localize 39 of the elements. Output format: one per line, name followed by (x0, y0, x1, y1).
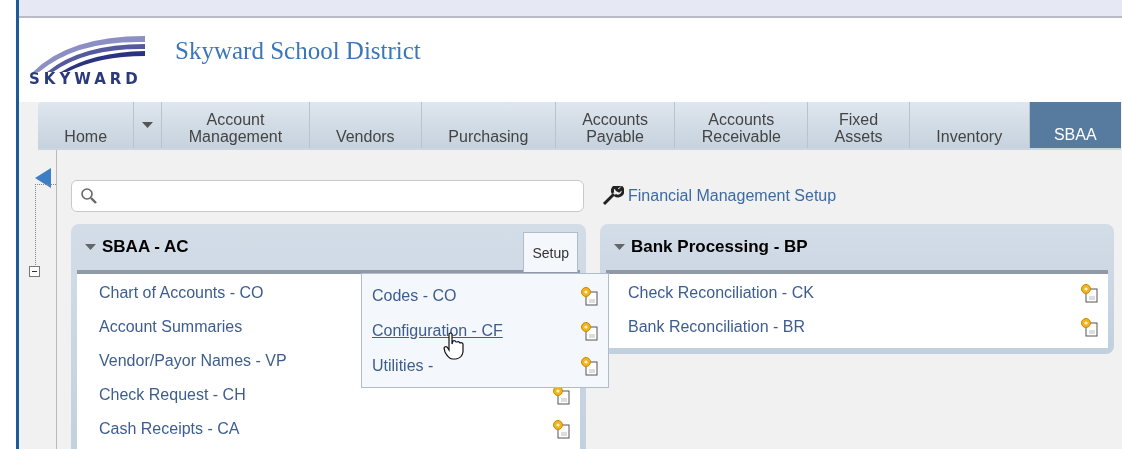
search-field[interactable] (71, 180, 584, 212)
nav-tab[interactable]: Home (38, 102, 135, 148)
logo-text: SKYWARD (29, 70, 142, 88)
gear-page-icon[interactable] (1080, 283, 1098, 303)
gear-page-icon[interactable] (580, 355, 598, 376)
caret-icon (614, 244, 625, 250)
panel-title: SBAA - AC (102, 237, 189, 257)
collapse-box-icon[interactable] (29, 266, 40, 277)
module-link[interactable]: Check Request - CH (99, 386, 246, 404)
setup-tab[interactable]: Setup (523, 232, 578, 272)
nav-tab[interactable]: Purchasing (422, 102, 556, 148)
panel-title: Bank Processing - BP (631, 237, 808, 257)
nav-tab[interactable]: Accounts Receivable (675, 102, 809, 148)
module-link[interactable]: Check Reconciliation - CK (628, 284, 814, 302)
caret-icon (142, 122, 154, 128)
menu-link[interactable]: Codes - CO (372, 286, 457, 305)
module-link[interactable]: Vendor/Payor Names - VP (99, 352, 287, 370)
module-link[interactable]: Account Summaries (99, 318, 243, 336)
module-link[interactable]: Chart of Accounts - CO (99, 284, 264, 302)
nav-tab[interactable]: Fixed Assets (808, 102, 910, 148)
wrench-icon (602, 186, 624, 206)
nav-tab[interactable]: Vendors (309, 102, 422, 148)
search-icon (80, 187, 98, 205)
nav-tab[interactable]: Account Management (162, 102, 310, 148)
gear-page-icon[interactable] (1080, 317, 1098, 337)
gear-page-icon[interactable] (580, 320, 598, 341)
nav-tab[interactable]: Accounts Payable (555, 102, 676, 148)
setup-link[interactable]: Financial Management Setup (602, 186, 837, 206)
module-link[interactable]: Cash Receipts - CA (99, 420, 240, 438)
nav-tab[interactable]: Inventory (909, 102, 1030, 148)
gear-page-icon[interactable] (580, 285, 598, 306)
menu-link[interactable]: Configuration - CF (372, 321, 503, 340)
collapse-arrow-icon[interactable] (35, 168, 51, 188)
menu-link[interactable]: Utilities - (372, 356, 434, 375)
nav-tab[interactable]: SBAA (1029, 102, 1121, 148)
gear-page-icon[interactable] (552, 419, 570, 439)
district-title: Skyward School District (175, 37, 421, 65)
caret-icon (85, 244, 96, 250)
module-link[interactable]: Bank Reconciliation - BR (628, 318, 805, 336)
